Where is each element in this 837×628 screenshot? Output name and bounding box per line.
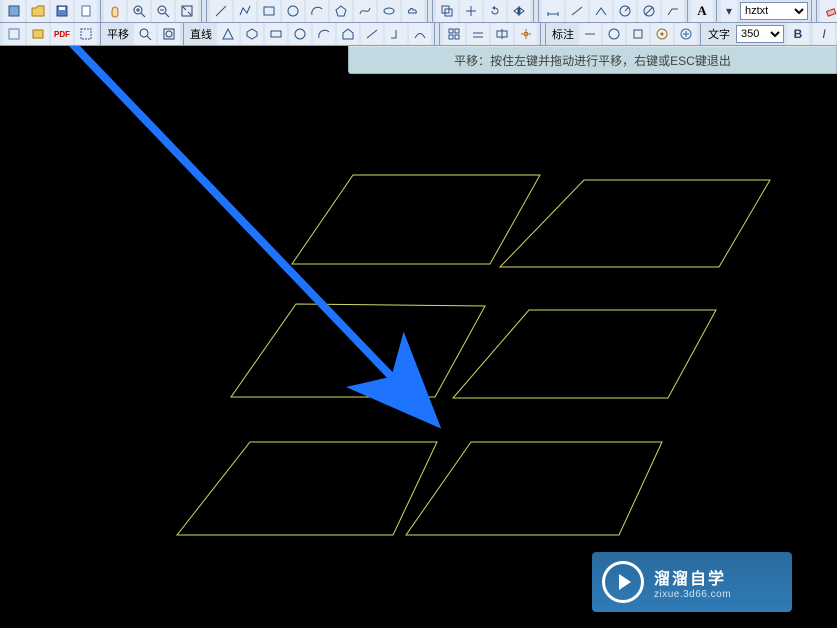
zoom-ext-icon[interactable] (158, 23, 180, 45)
italic-button[interactable]: I (813, 23, 835, 45)
pan-label: 平移 (103, 26, 133, 42)
circle-icon[interactable] (282, 0, 304, 22)
command-hint-bar: 平移：按住左键并拖动进行平移，右键或ESC键退出 (348, 46, 837, 74)
zoom-window-icon[interactable] (134, 23, 156, 45)
dim-leader-icon[interactable] (662, 0, 684, 22)
scale-page-icon[interactable] (3, 23, 25, 45)
rect-icon[interactable] (258, 0, 280, 22)
pline-icon[interactable] (234, 0, 256, 22)
edit2-group (440, 23, 541, 45)
toolbar-row-2: PDF 平移 直线 标注 (0, 23, 837, 46)
arc-icon[interactable] (306, 0, 328, 22)
file-group (0, 0, 101, 22)
ln-ortho-icon[interactable] (385, 23, 407, 45)
dim-b2-icon[interactable] (603, 23, 625, 45)
dim-b5-icon[interactable] (675, 23, 697, 45)
drawing-canvas[interactable] (0, 45, 837, 628)
open-icon[interactable] (27, 0, 49, 22)
offset-icon[interactable] (467, 23, 489, 45)
pan2-group: 平移 (101, 23, 184, 45)
edit-tools (433, 0, 534, 22)
file2-group: PDF (0, 23, 101, 45)
dim-b4-icon[interactable] (651, 23, 673, 45)
zoom-out-icon[interactable] (152, 0, 174, 22)
zoom-in-icon[interactable] (128, 0, 150, 22)
zoom-fit-icon[interactable] (176, 0, 198, 22)
text-grp-a: A (688, 0, 717, 22)
array-icon[interactable] (443, 23, 465, 45)
page-icon[interactable] (75, 0, 97, 22)
dim-align-icon[interactable] (566, 0, 588, 22)
toolbars: A ▾ hztxt PDF 平移 (0, 0, 837, 46)
dim-b3-icon[interactable] (627, 23, 649, 45)
ln-arc2-icon[interactable] (313, 23, 335, 45)
dim-ang-icon[interactable] (590, 0, 612, 22)
line-icon[interactable] (210, 0, 232, 22)
dim-rad-icon[interactable] (614, 0, 636, 22)
ln-circ-icon[interactable] (289, 23, 311, 45)
del-grp (817, 0, 837, 22)
dim2-group: 标注 (546, 23, 701, 45)
watermark-text: 溜溜自学 zixue.3d66.com (654, 565, 731, 600)
erase-icon[interactable] (820, 0, 837, 22)
ln-diag-icon[interactable] (361, 23, 383, 45)
pdf-icon[interactable]: PDF (51, 23, 73, 45)
bold-button[interactable]: B (787, 23, 809, 45)
dim-b1-icon[interactable] (579, 23, 601, 45)
select-icon[interactable] (75, 23, 97, 45)
text-label: 文字 (704, 26, 734, 42)
watermark-brand: 溜溜自学 (654, 565, 731, 589)
watermark-url: zixue.3d66.com (654, 589, 731, 600)
size-select[interactable]: 350 (736, 25, 784, 43)
watermark-logo: 溜溜自学 zixue.3d66.com (592, 552, 792, 612)
dim-tools (539, 0, 688, 22)
rotate-icon[interactable] (484, 0, 506, 22)
copy-icon[interactable] (436, 0, 458, 22)
pan-group (101, 0, 202, 22)
ln-tri-icon[interactable] (217, 23, 239, 45)
play-icon (602, 561, 644, 603)
dim-linear-icon[interactable] (542, 0, 564, 22)
cloud-icon[interactable] (402, 0, 424, 22)
explode-icon[interactable] (515, 23, 537, 45)
ln-home-icon[interactable] (337, 23, 359, 45)
line2-group: 直线 (184, 23, 435, 45)
text-a-icon[interactable]: A (691, 0, 713, 22)
hand-icon[interactable] (104, 0, 126, 22)
toolbar-row-1: A ▾ hztxt (0, 0, 837, 23)
move-icon[interactable] (460, 0, 482, 22)
mirror-icon[interactable] (508, 0, 530, 22)
stretch-icon[interactable] (491, 23, 513, 45)
font-grp: ▾ hztxt (717, 0, 812, 22)
line-tools (207, 0, 428, 22)
command-hint-text: 平移：按住左键并拖动进行平移，右键或ESC键退出 (454, 52, 731, 69)
ellipse-icon[interactable] (378, 0, 400, 22)
dim-label: 标注 (548, 26, 578, 42)
text2-group: 文字 350 B I (701, 23, 837, 45)
ln-rect-icon[interactable] (265, 23, 287, 45)
save-icon[interactable] (51, 0, 73, 22)
dim-dia-icon[interactable] (638, 0, 660, 22)
ln-curve-icon[interactable] (409, 23, 431, 45)
import-icon[interactable] (27, 23, 49, 45)
polygon-icon[interactable] (330, 0, 352, 22)
font-dd-icon[interactable]: ▾ (721, 0, 737, 22)
new-icon[interactable] (3, 0, 25, 22)
font-select[interactable]: hztxt (740, 2, 808, 20)
line-label: 直线 (186, 26, 216, 42)
spline-icon[interactable] (354, 0, 376, 22)
ln-hex-icon[interactable] (241, 23, 263, 45)
